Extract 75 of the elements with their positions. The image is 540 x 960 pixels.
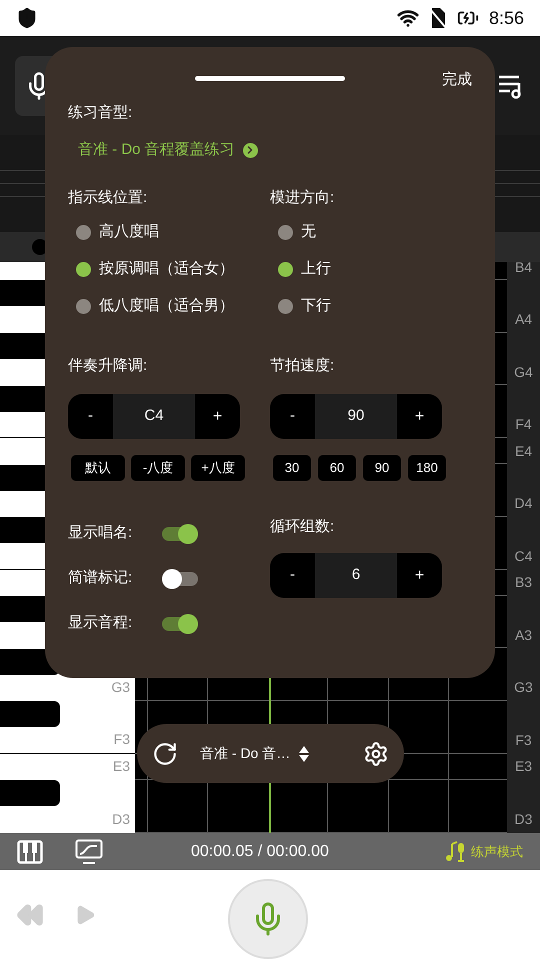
clock-time: 8:56 [488, 6, 524, 30]
playback-time: 00:00.05 / 00:00.00 [191, 842, 329, 862]
toggle-switch[interactable] [162, 568, 198, 588]
toggle-label: 显示音程: [68, 613, 134, 634]
key-label: D3 [112, 810, 130, 829]
key-label: E3 [112, 757, 130, 776]
radio-button[interactable] [76, 299, 91, 314]
radio-button[interactable] [76, 225, 91, 240]
stepper-value: C4 [113, 394, 195, 439]
note-label: B4 [514, 262, 532, 277]
sharp-key[interactable] [0, 701, 60, 728]
plus-button[interactable]: + [397, 553, 442, 598]
note-label: A3 [514, 626, 532, 645]
chart-screen-icon[interactable] [75, 838, 103, 864]
radio-button[interactable] [278, 225, 293, 240]
option-label: 无 [301, 222, 316, 242]
note-label: A4 [514, 310, 532, 330]
option-label: 按原调唱（适合女） [99, 259, 234, 280]
pattern-link[interactable]: 音准 - Do 音程覆盖练习 [78, 132, 258, 168]
section-label: 模进方向: [270, 188, 336, 208]
section-label: 指示线位置: [68, 188, 148, 208]
octave-preset-button[interactable]: +八度 [191, 455, 245, 481]
minus-button[interactable]: - [68, 394, 113, 439]
mode-label[interactable]: 练声模式 [471, 842, 523, 862]
minus-button[interactable]: - [270, 394, 315, 439]
section-label: 循环组数: [270, 516, 336, 537]
wifi-icon [396, 7, 419, 29]
option-label: 下行 [301, 296, 331, 316]
done-button[interactable]: 完成 [442, 69, 472, 92]
tempo-preset-button[interactable]: 90 [363, 455, 401, 481]
note-mic-icon[interactable] [443, 840, 467, 864]
note-label: B3 [514, 573, 532, 592]
radio-button[interactable] [278, 262, 293, 277]
section-label: 节拍速度: [270, 356, 336, 376]
note-label: F4 [515, 415, 532, 434]
minus-button[interactable]: - [270, 553, 315, 598]
radio-button[interactable] [76, 262, 91, 277]
note-label: G3 [514, 678, 533, 698]
drag-handle[interactable] [195, 76, 345, 81]
stepper-value: 6 [315, 553, 397, 598]
toggle-switch[interactable] [162, 614, 198, 634]
toggle-label: 简谱标记: [68, 568, 134, 588]
option-label: 上行 [301, 259, 331, 280]
toggle-switch[interactable] [162, 524, 198, 544]
tempo-preset-button[interactable]: 60 [318, 455, 356, 481]
option-label: 高八度唱 [99, 222, 159, 242]
octave-preset-button[interactable]: 默认 [71, 455, 125, 481]
plus-button[interactable]: + [195, 394, 240, 439]
note-label: G4 [514, 362, 533, 382]
octave-preset-button[interactable]: -八度 [131, 455, 185, 481]
sharp-key[interactable] [0, 780, 60, 806]
note-label: D4 [514, 494, 532, 514]
settings-icon[interactable] [363, 740, 389, 766]
sort-icon [298, 744, 310, 762]
section-label: 练习音型: [68, 103, 134, 123]
refresh-icon[interactable] [152, 740, 178, 766]
radio-button[interactable] [278, 299, 293, 314]
tempo-preset-button[interactable]: 180 [408, 455, 446, 481]
key-label: G3 [111, 678, 130, 698]
toggle-label: 显示唱名: [68, 523, 134, 544]
note-label: C4 [514, 546, 532, 566]
section-label: 伴奏升降调: [68, 356, 148, 376]
shield-icon [16, 7, 38, 29]
key-label: F3 [114, 730, 130, 750]
chevron-icon [242, 142, 258, 158]
note-label: F3 [515, 730, 532, 750]
option-label: 低八度唱（适合男） [99, 296, 234, 316]
note-label: D3 [514, 810, 532, 829]
note-label: E3 [514, 757, 532, 776]
piano-icon[interactable] [17, 840, 43, 864]
stepper-value: 90 [315, 394, 397, 439]
pattern-selector[interactable]: 音准 - Do 音… [200, 743, 310, 764]
plus-button[interactable]: + [397, 394, 442, 439]
tempo-preset-button[interactable]: 30 [273, 455, 311, 481]
note-label: E4 [514, 442, 532, 461]
